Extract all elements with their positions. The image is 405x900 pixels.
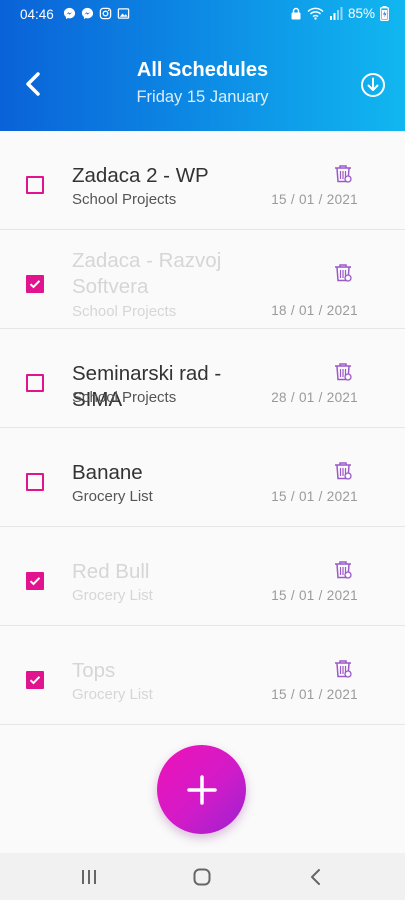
check-icon xyxy=(29,577,41,586)
task-checkbox[interactable] xyxy=(26,176,44,194)
task-checkbox[interactable] xyxy=(26,473,44,491)
lock-icon xyxy=(291,7,301,20)
header-bar: 04:46 85% All Schedules Friday 15 Januar… xyxy=(0,0,405,131)
task-checkbox[interactable] xyxy=(26,572,44,590)
task-row[interactable]: Banane Grocery List 15 / 01 / 2021 xyxy=(0,428,405,527)
delete-icon[interactable] xyxy=(332,262,354,284)
battery-icon xyxy=(380,6,389,21)
battery-percent: 85% xyxy=(347,6,375,21)
task-category: Grocery List xyxy=(72,587,153,604)
notification-icons xyxy=(63,7,130,20)
messenger-icon xyxy=(81,7,94,20)
plus-icon xyxy=(186,774,217,805)
instagram-icon xyxy=(99,7,112,20)
task-title: Zadaca - Razvoj Softvera xyxy=(72,249,222,298)
back-icon[interactable] xyxy=(304,865,328,889)
task-row[interactable]: Zadaca 2 - WP School Projects 15 / 01 / 20… xyxy=(0,131,405,230)
task-title: Red Bull xyxy=(72,560,150,583)
home-icon[interactable] xyxy=(190,865,214,889)
task-row[interactable]: Red Bull Grocery List 15 / 01 / 2021 xyxy=(0,527,405,626)
task-category: School Projects xyxy=(72,389,177,406)
task-date: 15 / 01 / 2021 xyxy=(271,588,358,603)
task-title: Banane xyxy=(72,461,143,484)
task-row[interactable]: Seminarski rad - SIMA School Projects 28 /… xyxy=(0,329,405,428)
task-checkbox[interactable] xyxy=(26,275,44,293)
status-bar: 04:46 85% xyxy=(0,0,405,30)
system-nav-bar xyxy=(0,853,405,900)
delete-icon[interactable] xyxy=(332,559,354,581)
delete-icon[interactable] xyxy=(332,361,354,383)
status-time: 04:46 xyxy=(20,7,54,22)
task-list: Zadaca 2 - WP School Projects 15 / 01 / 20… xyxy=(0,131,405,725)
task-date: 15 / 01 / 2021 xyxy=(271,192,358,207)
page-title: All Schedules xyxy=(136,59,269,81)
task-date: 18 / 01 / 2021 xyxy=(271,303,358,318)
delete-icon[interactable] xyxy=(332,163,354,185)
recent-apps-icon[interactable] xyxy=(77,865,101,889)
page-subtitle: Friday 15 January xyxy=(136,88,269,106)
app-screen: 04:46 85% All Schedules Friday 15 Januar… xyxy=(0,0,405,900)
signal-icon xyxy=(329,7,343,20)
messenger-icon xyxy=(63,7,76,20)
task-checkbox[interactable] xyxy=(26,374,44,392)
delete-icon[interactable] xyxy=(332,460,354,482)
task-row[interactable]: Zadaca - Razvoj Softvera School Projects 1… xyxy=(0,230,405,329)
task-title: Zadaca 2 - WP xyxy=(72,164,209,187)
check-icon xyxy=(29,676,41,685)
download-button[interactable] xyxy=(359,71,387,99)
task-date: 15 / 01 / 2021 xyxy=(271,489,358,504)
task-checkbox[interactable] xyxy=(26,671,44,689)
task-title: Tops xyxy=(72,659,116,682)
task-category: Grocery List xyxy=(72,686,153,703)
task-category: Grocery List xyxy=(72,488,153,505)
delete-icon[interactable] xyxy=(332,658,354,680)
task-date: 28 / 01 / 2021 xyxy=(271,390,358,405)
add-task-button[interactable] xyxy=(157,745,246,834)
task-row[interactable]: Tops Grocery List 15 / 01 / 2021 xyxy=(0,626,405,725)
task-category: School Projects xyxy=(72,191,177,208)
gallery-icon xyxy=(117,8,130,19)
task-category: School Projects xyxy=(72,303,177,320)
status-icons-right: 85% xyxy=(290,6,389,21)
wifi-icon xyxy=(307,7,324,20)
check-icon xyxy=(29,280,41,289)
task-date: 15 / 01 / 2021 xyxy=(271,687,358,702)
